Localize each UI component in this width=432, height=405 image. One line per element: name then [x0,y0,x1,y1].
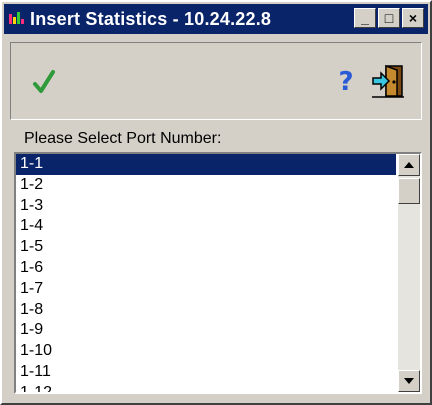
toolbar: ? [10,42,422,120]
list-item[interactable]: 1-4 [16,216,396,237]
minimize-icon: _ [361,10,369,26]
list-item[interactable]: 1-6 [16,258,396,279]
exit-button[interactable] [367,59,409,103]
list-item-selected[interactable]: 1-1 [16,154,396,175]
list-item[interactable]: 1-2 [16,175,396,196]
green-checkmark-icon [33,70,55,93]
list-item[interactable]: 1-9 [16,320,396,341]
list-item[interactable]: 1-3 [16,196,396,217]
scroll-down-button[interactable] [398,370,420,392]
window-title: Insert Statistics - 10.24.22.8 [30,8,272,29]
port-listbox[interactable]: 1-1 1-2 1-3 1-4 1-5 1-6 1-7 1-8 1-9 1-10… [14,152,422,394]
ok-button[interactable] [29,67,59,97]
exit-door-icon [372,64,404,98]
help-button[interactable]: ? [333,65,359,99]
list-item[interactable]: 1-5 [16,237,396,258]
app-icon [8,11,26,27]
list-item[interactable]: 1-8 [16,300,396,321]
maximize-icon: □ [384,10,394,26]
scrollbar-thumb[interactable] [398,178,420,204]
arrow-down-icon [404,378,414,384]
list-item[interactable]: 1-10 [16,341,396,362]
close-icon: × [408,10,418,26]
minimize-button[interactable]: _ [354,8,376,28]
list-item[interactable]: 1-7 [16,279,396,300]
close-button[interactable]: × [402,8,424,28]
insert-statistics-window: Insert Statistics - 10.24.22.8 _ □ × ? P… [0,0,432,405]
scroll-up-button[interactable] [398,154,420,176]
vertical-scrollbar[interactable] [398,154,420,392]
title-bar[interactable]: Insert Statistics - 10.24.22.8 _ □ × [4,4,428,34]
list-item[interactable]: 1-12 [16,383,396,392]
arrow-up-icon [404,162,414,168]
question-mark-icon: ? [338,67,354,97]
list-item[interactable]: 1-11 [16,362,396,383]
maximize-button[interactable]: □ [378,8,400,28]
port-prompt-label: Please Select Port Number: [24,130,222,147]
